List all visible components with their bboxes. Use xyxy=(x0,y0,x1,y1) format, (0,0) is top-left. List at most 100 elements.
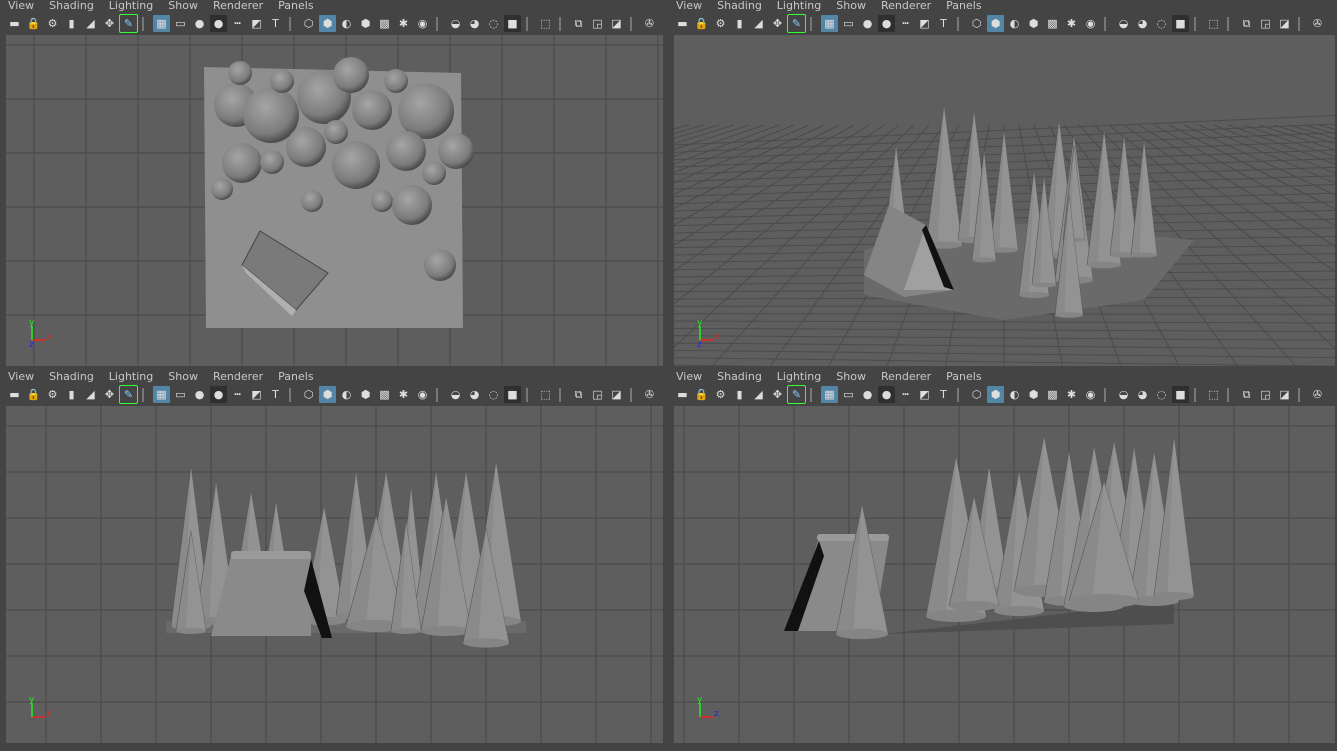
sphere-mesh[interactable] xyxy=(301,190,323,212)
toolbar-separator[interactable] xyxy=(142,387,148,402)
menu-view[interactable]: View xyxy=(8,0,34,13)
toolbar-separator[interactable] xyxy=(559,16,565,31)
menu-show[interactable]: Show xyxy=(836,0,866,13)
menu-panels[interactable]: Panels xyxy=(946,371,981,384)
toolbar-separator[interactable] xyxy=(436,16,442,31)
toolbar-separator[interactable] xyxy=(436,387,442,402)
grease-pencil-icon[interactable]: ✎ xyxy=(787,385,806,404)
textured-icon[interactable]: ▩ xyxy=(1044,15,1061,32)
lock-camera-icon[interactable]: 🔒 xyxy=(693,15,710,32)
shadows-icon[interactable]: ◉ xyxy=(414,386,431,403)
film-gate-icon[interactable]: ▭ xyxy=(840,15,857,32)
menu-panels[interactable]: Panels xyxy=(278,0,313,13)
toolbar-separator[interactable] xyxy=(1227,16,1233,31)
anti-aliasing-icon[interactable]: ◌ xyxy=(1153,386,1170,403)
menu-lighting[interactable]: Lighting xyxy=(109,371,153,384)
default-material-icon[interactable]: ◐ xyxy=(1006,386,1023,403)
top-viewport[interactable]: y x z xyxy=(6,35,663,366)
toolbar-separator[interactable] xyxy=(957,16,963,31)
sphere-mesh[interactable] xyxy=(324,120,348,144)
image-plane-icon[interactable]: ◢ xyxy=(750,386,767,403)
bookmark-icon[interactable]: ▮ xyxy=(63,15,80,32)
sphere-mesh[interactable] xyxy=(333,57,369,93)
default-material-icon[interactable]: ◐ xyxy=(338,15,355,32)
resolution-gate-icon[interactable]: ● xyxy=(859,15,876,32)
exposure-icon[interactable]: ✇ xyxy=(641,15,658,32)
toolbar-separator[interactable] xyxy=(1298,16,1304,31)
sphere-mesh[interactable] xyxy=(270,69,294,93)
film-gate-icon[interactable]: ▭ xyxy=(840,386,857,403)
toolbar-separator[interactable] xyxy=(630,16,636,31)
depth-of-field-icon[interactable]: ■ xyxy=(1172,15,1189,32)
shadows-icon[interactable]: ◉ xyxy=(414,15,431,32)
safe-action-icon[interactable]: ◩ xyxy=(916,15,933,32)
menu-renderer[interactable]: Renderer xyxy=(881,371,931,384)
safe-title-icon[interactable]: T xyxy=(935,15,952,32)
grid-icon[interactable]: ▦ xyxy=(153,386,170,403)
smooth-shade-icon[interactable]: ⬢ xyxy=(987,386,1004,403)
toolbar-separator[interactable] xyxy=(559,387,565,402)
menu-view[interactable]: View xyxy=(8,371,34,384)
field-chart-icon[interactable]: ┅ xyxy=(897,15,914,32)
smooth-shade-icon[interactable]: ⬢ xyxy=(319,386,336,403)
toolbar-separator[interactable] xyxy=(526,387,532,402)
toolbar-separator[interactable] xyxy=(810,16,816,31)
camera-icon[interactable]: ▬ xyxy=(6,15,23,32)
lock-camera-icon[interactable]: 🔒 xyxy=(25,15,42,32)
persp-viewport[interactable]: y x z xyxy=(674,35,1335,366)
sphere-mesh[interactable] xyxy=(384,69,408,93)
menu-view[interactable]: View xyxy=(676,0,702,13)
sphere-mesh[interactable] xyxy=(332,141,380,189)
menu-renderer[interactable]: Renderer xyxy=(881,0,931,13)
smooth-shade-icon[interactable]: ⬢ xyxy=(319,15,336,32)
wireframe-on-shaded-icon[interactable]: ⬢ xyxy=(1025,15,1042,32)
wireframe-icon[interactable]: ⬡ xyxy=(968,386,985,403)
exposure-icon[interactable]: ✇ xyxy=(1309,386,1326,403)
menu-shading[interactable]: Shading xyxy=(49,0,94,13)
menu-shading[interactable]: Shading xyxy=(49,371,94,384)
toolbar-separator[interactable] xyxy=(1104,387,1110,402)
sphere-mesh[interactable] xyxy=(438,133,474,169)
camera-icon[interactable]: ▬ xyxy=(6,386,23,403)
toolbar-separator[interactable] xyxy=(957,387,963,402)
isolate-select-icon[interactable]: ⬚ xyxy=(537,386,554,403)
safe-action-icon[interactable]: ◩ xyxy=(916,386,933,403)
safe-title-icon[interactable]: T xyxy=(935,386,952,403)
isolate-select-icon[interactable]: ⬚ xyxy=(1205,386,1222,403)
motion-blur-icon[interactable]: ◕ xyxy=(466,15,483,32)
front-viewport[interactable]: yx xyxy=(6,406,663,743)
depth-of-field-icon[interactable]: ■ xyxy=(1172,386,1189,403)
menu-show[interactable]: Show xyxy=(168,371,198,384)
gate-mask-icon[interactable]: ● xyxy=(878,386,895,403)
xray-active-icon[interactable]: ◪ xyxy=(608,15,625,32)
camera-attributes-icon[interactable]: ⚙ xyxy=(712,386,729,403)
wireframe-on-shaded-icon[interactable]: ⬢ xyxy=(357,15,374,32)
wireframe-icon[interactable]: ⬡ xyxy=(300,15,317,32)
default-material-icon[interactable]: ◐ xyxy=(338,386,355,403)
ambient-occlusion-icon[interactable]: ◒ xyxy=(1115,386,1132,403)
grease-pencil-icon[interactable]: ✎ xyxy=(119,385,138,404)
menu-renderer[interactable]: Renderer xyxy=(213,371,263,384)
sphere-mesh[interactable] xyxy=(392,185,432,225)
textured-icon[interactable]: ▩ xyxy=(376,15,393,32)
sphere-mesh[interactable] xyxy=(211,178,233,200)
bookmark-icon[interactable]: ▮ xyxy=(63,386,80,403)
lights-icon[interactable]: ✱ xyxy=(1063,386,1080,403)
toolbar-separator[interactable] xyxy=(1104,16,1110,31)
exposure-icon[interactable]: ✇ xyxy=(641,386,658,403)
xray-joints-icon[interactable]: ◲ xyxy=(589,386,606,403)
image-plane-icon[interactable]: ◢ xyxy=(750,15,767,32)
toolbar-separator[interactable] xyxy=(289,387,295,402)
bookmark-icon[interactable]: ▮ xyxy=(731,15,748,32)
toolbar-separator[interactable] xyxy=(1194,387,1200,402)
sphere-mesh[interactable] xyxy=(228,61,252,85)
lights-icon[interactable]: ✱ xyxy=(1063,15,1080,32)
motion-blur-icon[interactable]: ◕ xyxy=(1134,15,1151,32)
toolbar-separator[interactable] xyxy=(289,16,295,31)
image-plane-icon[interactable]: ◢ xyxy=(82,386,99,403)
menu-panels[interactable]: Panels xyxy=(278,371,313,384)
menu-view[interactable]: View xyxy=(676,371,702,384)
camera-attributes-icon[interactable]: ⚙ xyxy=(44,15,61,32)
toolbar-separator[interactable] xyxy=(1298,387,1304,402)
grid-icon[interactable]: ▦ xyxy=(153,15,170,32)
